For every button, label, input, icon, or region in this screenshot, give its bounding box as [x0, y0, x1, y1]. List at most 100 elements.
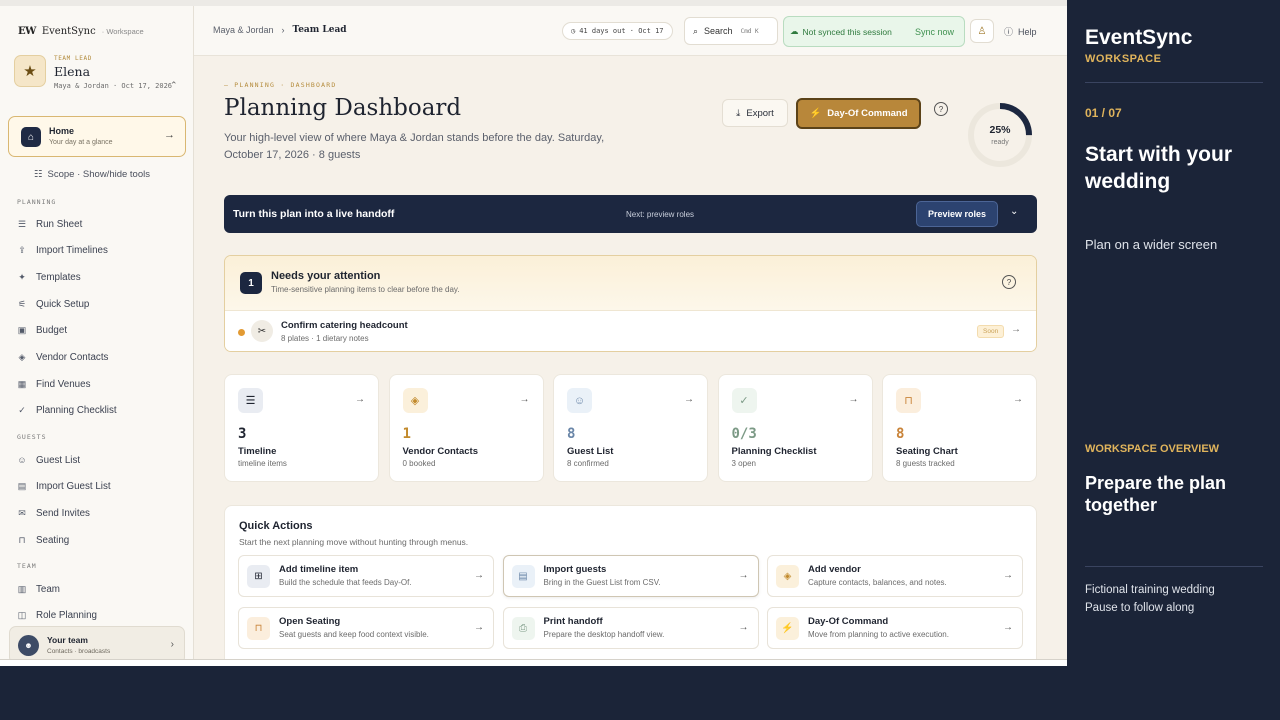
budget-icon: ▣ — [17, 325, 27, 336]
arrow-right-icon: → — [1013, 394, 1023, 405]
add-vendor-icon: ◈ — [776, 565, 799, 588]
sidebar-item-templates[interactable]: ✦ Templates — [17, 269, 80, 285]
tutorial-foot-1: Fictional training wedding — [1085, 584, 1215, 596]
sidebar-item-planning-checklist[interactable]: ✓ Planning Checklist — [17, 403, 116, 419]
sidebar-item-budget[interactable]: ▣ Budget — [17, 323, 67, 339]
divider — [1085, 82, 1263, 83]
sidebar-item-import-guest-list[interactable]: ▤ Import Guest List — [17, 479, 111, 495]
brand-logo: EW — [18, 26, 36, 37]
stat-card-guest-list[interactable]: ☺ → 8 Guest List 8 confirmed — [553, 374, 708, 482]
arrow-right-icon: → — [684, 394, 694, 405]
export-button[interactable]: ⤓ Export — [722, 99, 788, 127]
utensils-icon: ✂ — [251, 320, 273, 342]
page-subtitle: Your high-level view of where Maya & Jor… — [224, 132, 605, 161]
sidebar-item-vendor-contacts[interactable]: ◈ Vendor Contacts — [17, 350, 109, 366]
team-icon: ☻ — [18, 635, 39, 656]
sidebar-item-import-timelines[interactable]: ⇪ Import Timelines — [17, 243, 108, 259]
your-team-card[interactable]: ☻ Your team Contacts · broadcasts › — [9, 626, 185, 659]
sidebar-item-seating[interactable]: ⊓ Seating — [17, 532, 69, 548]
find-venues-icon: ▦ — [17, 378, 27, 389]
day-of-command-button[interactable]: ⚡ Day-Of Command — [796, 98, 921, 129]
help-circle-icon[interactable]: ? — [1002, 275, 1016, 289]
sidebar: EW EventSync · Workspace ★ TEAM LEAD Ele… — [0, 6, 194, 659]
sync-status-text: Not synced this session — [802, 26, 892, 37]
sidebar-item-run-sheet[interactable]: ☰ Run Sheet — [17, 216, 82, 232]
sidebar-item-send-invites[interactable]: ✉ Send Invites — [17, 505, 90, 521]
guest-list-icon: ☺ — [567, 388, 592, 413]
breadcrumb: Maya & Jordan › Team Lead — [213, 25, 347, 35]
stat-label: Seating Chart — [896, 446, 958, 457]
user-name: Elena — [54, 64, 91, 79]
stat-card-seating-chart[interactable]: ⊓ → 8 Seating Chart 8 guests tracked — [882, 374, 1037, 482]
stat-label: Guest List — [567, 446, 614, 457]
stat-card-timeline[interactable]: ☰ → 3 Timeline timeline items — [224, 374, 379, 482]
quick-action-add-vendor[interactable]: ◈ Add vendor Capture contacts, balances, a… — [767, 555, 1023, 597]
tutorial-section: WORKSPACE OVERVIEW — [1085, 443, 1220, 455]
sidebar-item-role-planning[interactable]: ◫ Role Planning — [17, 608, 97, 624]
home-title: Home — [49, 126, 75, 136]
stat-card-vendor-contacts[interactable]: ◈ → 1 Vendor Contacts 0 booked — [388, 374, 544, 482]
sync-now-button[interactable]: Sync now — [911, 27, 958, 37]
arrow-right-icon: → — [474, 622, 484, 633]
sync-status: ☁ Not synced this session Sync now — [783, 16, 965, 47]
stat-card-planning-checklist[interactable]: ✓ → 0/3 Planning Checklist 3 open — [717, 374, 873, 482]
scope-toggle[interactable]: ☷ Scope · Show/hide tools — [34, 169, 150, 180]
user-role: TEAM LEAD — [54, 55, 92, 62]
help-circle-icon[interactable]: ? — [934, 102, 948, 116]
quick-action-import-guests[interactable]: ▤ Import guests Bring in the Guest List fr… — [502, 555, 759, 597]
quick-action-desc: Prepare the desktop handoff view. — [543, 630, 665, 639]
arrow-right-icon: → — [1011, 324, 1021, 335]
user-card[interactable]: ★ TEAM LEAD Elena Maya & Jordan · Oct 17… — [14, 54, 184, 98]
quick-action-print-handoff[interactable]: ⎙ Print handoff Prepare the desktop handof… — [502, 607, 759, 649]
attention-sub: Time-sensitive planning items to clear b… — [271, 285, 460, 294]
profile-button[interactable]: ♙ — [970, 19, 994, 43]
cloud-icon: ☁ — [790, 26, 799, 36]
brand[interactable]: EW EventSync · Workspace — [18, 26, 144, 37]
import-timelines-icon: ⇪ — [18, 245, 26, 256]
sidebar-item-label: Run Sheet — [36, 218, 83, 230]
stat-sub: 3 open — [731, 459, 756, 468]
quick-action-name: Print handoff — [543, 616, 603, 627]
sidebar-item-label: Quick Setup — [36, 298, 90, 310]
brand-name: EventSync — [41, 26, 96, 37]
import-guests-icon: ▤ — [511, 565, 535, 588]
preview-roles-button[interactable]: Preview roles — [916, 201, 998, 227]
tutorial-heading-2: Prepare the plan together — [1085, 473, 1227, 515]
stat-sub: 0 booked — [402, 459, 436, 468]
sidebar-item-find-venues[interactable]: ▦ Find Venues — [17, 376, 91, 392]
quick-action-name: Open Seating — [279, 616, 341, 627]
sidebar-item-label: Find Venues — [36, 378, 91, 390]
chevron-updown-icon[interactable]: ⌃ — [170, 80, 178, 91]
bolt-icon: ⚡ — [809, 108, 822, 119]
breadcrumb-current: Team Lead — [292, 25, 347, 35]
sidebar-item-home[interactable]: ⌂ Home Your day at a glance → — [8, 116, 186, 157]
attention-title: Needs your attention — [271, 270, 381, 282]
open-seating-icon: ⊓ — [247, 617, 270, 640]
sidebar-item-quick-setup[interactable]: ⚟ Quick Setup — [17, 296, 89, 312]
import-guest-list-icon: ▤ — [17, 481, 27, 492]
tutorial-brand-sub: WORKSPACE — [1085, 53, 1162, 65]
sidebar-item-team[interactable]: ▥ Team — [17, 581, 60, 597]
stat-value: 0/3 — [731, 426, 757, 442]
sidebar-item-guest-list[interactable]: ☺ Guest List — [17, 452, 80, 468]
team-icon: ▥ — [17, 583, 27, 594]
progress-label: ready — [991, 139, 1009, 146]
section-label-team: TEAM — [17, 562, 37, 570]
timeline-icon: ☰ — [238, 388, 263, 413]
quick-action-day-of-command[interactable]: ⚡ Day-Of Command Move from planning to act… — [767, 607, 1023, 649]
quick-action-add-timeline-item[interactable]: ⊞ Add timeline item Build the schedule tha… — [238, 555, 494, 597]
seating-icon: ⊓ — [18, 534, 26, 545]
breadcrumb-parent[interactable]: Maya & Jordan — [213, 25, 274, 35]
quick-action-desc: Seat guests and keep food context visibl… — [279, 630, 429, 639]
search-shortcut: Cmd K — [740, 27, 759, 35]
quick-action-open-seating[interactable]: ⊓ Open Seating Seat guests and keep food c… — [238, 607, 494, 649]
help-button[interactable]: ⓘ Help — [1004, 25, 1037, 38]
arrow-right-icon: → — [164, 129, 175, 141]
chevron-down-icon[interactable]: ⌄ — [1010, 206, 1018, 217]
attention-item[interactable]: ✂ Confirm catering headcount 8 plates · … — [225, 310, 1036, 351]
stat-value: 8 — [896, 426, 905, 442]
handoff-next: Next: preview roles — [626, 210, 695, 219]
quick-action-name: Day-Of Command — [808, 616, 889, 627]
search-label: Search — [704, 26, 733, 36]
search-button[interactable]: ⌕ Search Cmd K — [684, 17, 778, 45]
